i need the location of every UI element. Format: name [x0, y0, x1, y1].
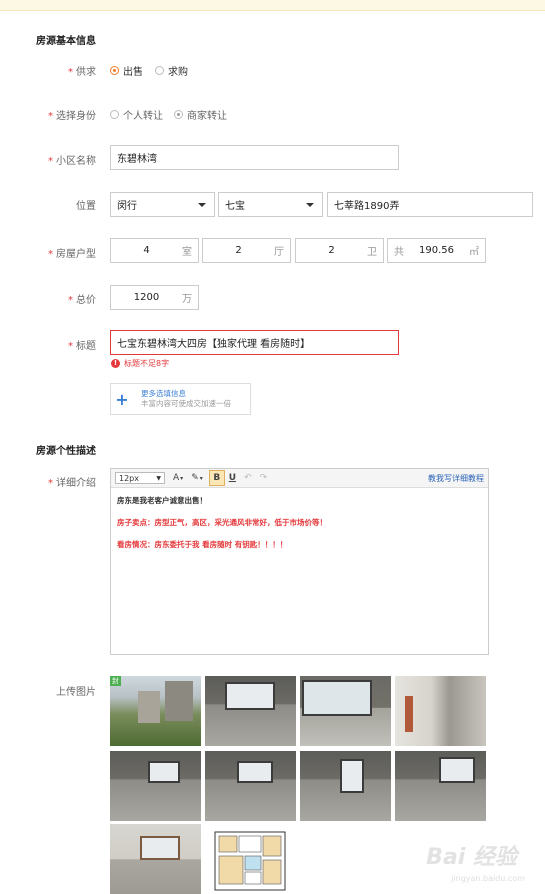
community-input[interactable]: 东碧林湾	[110, 145, 399, 170]
bold-button[interactable]: B	[208, 470, 225, 486]
more-options-button[interactable]: + 更多选填信息 丰富内容可使成交加速一倍	[110, 383, 251, 415]
notice-bar	[0, 0, 545, 11]
section-basic-title: 房源基本信息	[36, 36, 96, 47]
supply-label: * 供求	[68, 67, 96, 78]
redo-icon[interactable]: ↷	[260, 473, 268, 483]
photo-thumbnail-cover[interactable]: 封	[110, 676, 201, 746]
tutorial-link[interactable]: 教我写详细教程	[428, 473, 484, 484]
rooms-input[interactable]: 4室	[110, 238, 199, 263]
photo-thumbnail[interactable]	[205, 751, 296, 821]
alert-icon: !	[111, 359, 120, 368]
title-error: ! 标题不足8字	[111, 358, 169, 369]
editor-toolbar: 12px ▼ A ▾ ✎ ▾ B U ↶ ↷ 教我写详细教程	[111, 469, 488, 488]
photo-thumbnail[interactable]	[395, 751, 486, 821]
editor-content[interactable]: 房东是我老客户诚意出售！ 房子卖点：房型正气，高区，采光通风非常好，低于市场价等…	[111, 488, 488, 570]
photo-thumbnail[interactable]	[300, 676, 391, 746]
underline-button[interactable]: U	[229, 473, 236, 483]
price-input[interactable]: 1200 万	[110, 285, 199, 310]
content-line: 看房情况：房东委托于我 看房随时 有钥匙！！！！	[117, 540, 288, 549]
photo-thumbnail[interactable]	[110, 824, 201, 894]
identity-label: * 选择身份	[48, 111, 96, 122]
identity-option-business[interactable]: 商家转让	[174, 107, 227, 122]
content-line: 房东是我老客户诚意出售！	[117, 496, 207, 505]
title-input[interactable]: 七宝东碧林湾大四房【独家代理 看房随时】	[110, 330, 399, 355]
photo-thumbnail[interactable]	[300, 751, 391, 821]
floorplan-image	[214, 831, 286, 891]
baths-input[interactable]: 2卫	[295, 238, 384, 263]
content-line: 房子卖点：房型正气，高区，采光通风非常好，低于市场价等！	[117, 518, 327, 527]
area-select[interactable]: 七宝	[218, 192, 323, 217]
supply-option-buy[interactable]: 求购	[155, 63, 188, 78]
photo-thumbnail[interactable]	[110, 751, 201, 821]
chevron-down-icon	[198, 202, 206, 207]
radio-checked-icon	[174, 110, 183, 119]
identity-option-personal[interactable]: 个人转让	[110, 107, 163, 122]
title-label: * 标题	[68, 341, 96, 352]
plus-icon: +	[115, 389, 129, 409]
section-desc-title: 房源个性描述	[36, 446, 96, 457]
highlight-icon[interactable]: ✎ ▾	[191, 473, 203, 483]
detail-label: * 详细介绍	[48, 478, 96, 489]
location-label: 位置	[76, 201, 96, 212]
community-label: * 小区名称	[48, 156, 96, 167]
font-color-icon[interactable]: A ▾	[173, 473, 183, 483]
upload-label: 上传图片	[56, 687, 96, 698]
watermark-url: jingyan.baidu.com	[451, 874, 525, 883]
font-size-select[interactable]: 12px ▼	[115, 472, 165, 484]
photo-thumbnail[interactable]	[395, 676, 486, 746]
area-input[interactable]: 共 190.56 ㎡	[387, 238, 486, 263]
radio-checked-icon	[110, 66, 119, 75]
district-select[interactable]: 闵行	[110, 192, 215, 217]
floorplan-thumbnail[interactable]	[205, 824, 296, 894]
radio-icon	[110, 110, 119, 119]
halls-input[interactable]: 2厅	[202, 238, 291, 263]
cover-tag: 封	[110, 676, 121, 686]
address-input[interactable]: 七莘路1890弄	[327, 192, 533, 217]
more-options-subtitle: 丰富内容可使成交加速一倍	[141, 399, 231, 408]
photo-thumbnail[interactable]	[205, 676, 296, 746]
chevron-down-icon	[306, 202, 314, 207]
undo-icon[interactable]: ↶	[244, 473, 252, 483]
rich-text-editor[interactable]: 12px ▼ A ▾ ✎ ▾ B U ↶ ↷ 教我写详细教程 房东是我老客户诚意出售！…	[110, 468, 489, 655]
more-options-title: 更多选填信息	[141, 389, 186, 398]
layout-label: * 房屋户型	[48, 249, 96, 260]
watermark-logo: Bai 经验	[426, 845, 517, 870]
price-label: * 总价	[68, 295, 96, 306]
supply-option-sell[interactable]: 出售	[110, 63, 143, 78]
radio-icon	[155, 66, 164, 75]
